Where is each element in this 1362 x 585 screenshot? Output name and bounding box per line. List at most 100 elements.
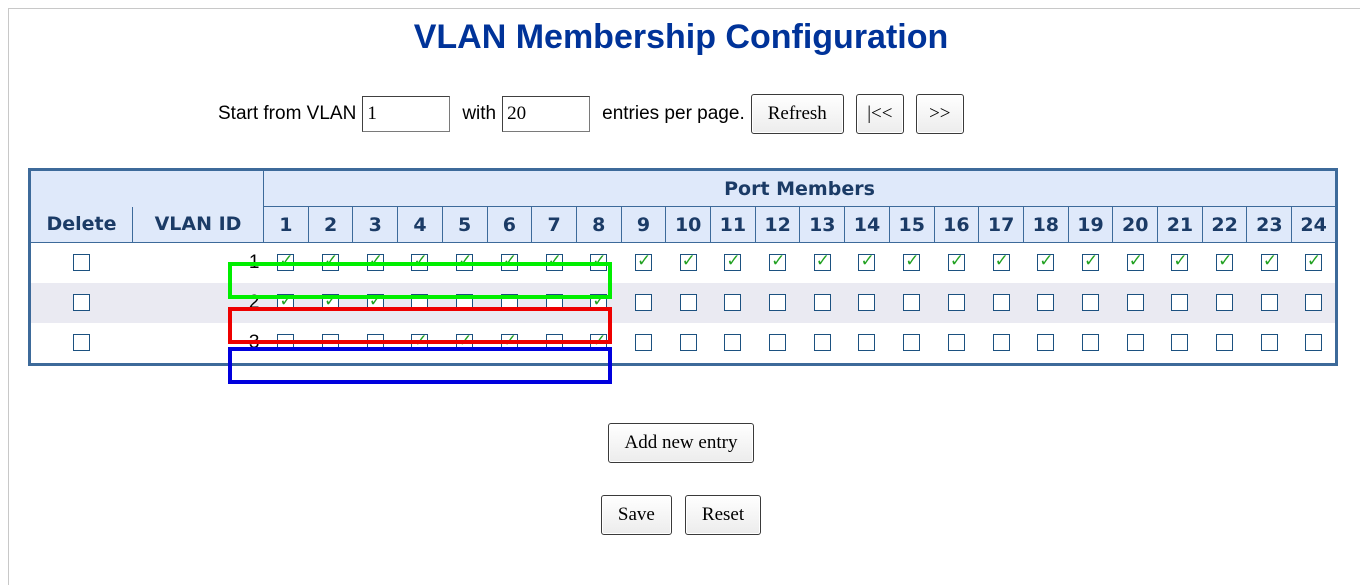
port-cell [799, 283, 845, 323]
port-17-member-checkbox[interactable] [992, 294, 1010, 312]
port-21-member-checkbox[interactable] [1171, 334, 1189, 352]
port-23-member-checkbox[interactable] [1260, 334, 1278, 352]
port-14-member-checkbox[interactable] [858, 334, 876, 352]
port-22-member-checkbox[interactable] [1216, 251, 1234, 272]
port-cell [665, 323, 711, 365]
refresh-button[interactable]: Refresh [750, 94, 844, 134]
port-18-member-checkbox[interactable] [1037, 334, 1055, 352]
port-22-member-checkbox[interactable] [1216, 334, 1234, 352]
port-16-member-checkbox[interactable] [947, 334, 965, 352]
add-new-entry-button[interactable]: Add new entry [607, 423, 755, 463]
start-vlan-input[interactable] [362, 96, 451, 132]
port-cell [1023, 242, 1069, 283]
delete-cell [29, 283, 133, 323]
port-5-member-checkbox[interactable] [456, 294, 474, 312]
port-17-member-checkbox[interactable] [992, 334, 1010, 352]
port-header-19: 19 [1067, 206, 1114, 243]
port-8-member-checkbox[interactable] [590, 291, 608, 312]
port-6-member-checkbox[interactable] [500, 251, 518, 272]
port-19-member-checkbox[interactable] [1082, 294, 1099, 312]
port-12-member-checkbox[interactable] [769, 334, 787, 352]
delete-checkbox[interactable] [73, 254, 91, 272]
port-2-member-checkbox[interactable] [322, 291, 340, 312]
port-14-member-checkbox[interactable] [858, 294, 876, 312]
port-10-member-checkbox[interactable] [679, 294, 697, 312]
port-7-member-checkbox[interactable] [545, 334, 563, 352]
port-8-member-checkbox[interactable] [590, 331, 608, 352]
delete-checkbox[interactable] [73, 294, 91, 312]
port-20-member-checkbox[interactable] [1126, 334, 1144, 352]
first-page-button[interactable]: |<< [855, 94, 904, 134]
port-12-member-checkbox[interactable] [769, 251, 787, 272]
port-5-member-checkbox[interactable] [456, 331, 474, 352]
port-24-member-checkbox[interactable] [1304, 294, 1322, 312]
port-1-member-checkbox[interactable] [277, 291, 295, 312]
port-11-member-checkbox[interactable] [724, 251, 742, 272]
port-15-member-checkbox[interactable] [903, 251, 921, 272]
port-11-member-checkbox[interactable] [724, 294, 742, 312]
port-10-member-checkbox[interactable] [679, 334, 697, 352]
port-4-member-checkbox[interactable] [411, 251, 429, 272]
port-cell [442, 242, 488, 283]
port-1-member-checkbox[interactable] [277, 334, 295, 352]
port-16-member-checkbox[interactable] [947, 294, 965, 312]
port-24-member-checkbox[interactable] [1304, 334, 1322, 352]
port-8-member-checkbox[interactable] [590, 251, 608, 272]
save-button[interactable]: Save [600, 495, 672, 535]
port-2-member-checkbox[interactable] [322, 251, 340, 272]
port-3-member-checkbox[interactable] [366, 251, 384, 272]
port-24-member-checkbox[interactable] [1304, 251, 1322, 272]
port-12-member-checkbox[interactable] [769, 294, 787, 312]
port-2-member-checkbox[interactable] [322, 334, 340, 352]
port-15-member-checkbox[interactable] [903, 334, 921, 352]
with-label: with [462, 103, 497, 124]
port-3-member-checkbox[interactable] [366, 291, 384, 312]
port-9-member-checkbox[interactable] [634, 294, 652, 312]
port-3-member-checkbox[interactable] [366, 334, 384, 352]
port-6-member-checkbox[interactable] [500, 294, 518, 312]
port-13-member-checkbox[interactable] [813, 251, 831, 272]
port-7-member-checkbox[interactable] [545, 294, 563, 312]
port-9-member-checkbox[interactable] [634, 334, 652, 352]
delete-header: Delete [29, 206, 133, 243]
port-21-member-checkbox[interactable] [1171, 251, 1189, 272]
port-4-member-checkbox[interactable] [411, 294, 429, 312]
port-20-member-checkbox[interactable] [1126, 294, 1144, 312]
port-1-member-checkbox[interactable] [277, 251, 295, 272]
next-page-button[interactable]: >> [915, 94, 964, 134]
port-19-member-checkbox[interactable] [1082, 251, 1099, 272]
port-10-member-checkbox[interactable] [679, 251, 697, 272]
port-cell [665, 242, 711, 283]
port-5-member-checkbox[interactable] [456, 251, 474, 272]
port-18-member-checkbox[interactable] [1037, 294, 1055, 312]
port-9-member-checkbox[interactable] [634, 251, 652, 272]
port-cell [308, 283, 353, 323]
port-16-member-checkbox[interactable] [947, 251, 965, 272]
port-13-member-checkbox[interactable] [813, 294, 831, 312]
port-cell [576, 283, 622, 323]
reset-button[interactable]: Reset [684, 495, 762, 535]
port-6-member-checkbox[interactable] [500, 331, 518, 352]
port-15-member-checkbox[interactable] [903, 294, 921, 312]
port-cell [978, 242, 1024, 283]
delete-checkbox[interactable] [73, 334, 91, 352]
port-13-member-checkbox[interactable] [813, 334, 831, 352]
port-18-member-checkbox[interactable] [1037, 251, 1055, 272]
port-header-22: 22 [1201, 206, 1248, 243]
port-header-5: 5 [441, 206, 488, 243]
entries-per-page-input[interactable] [502, 96, 591, 132]
port-23-member-checkbox[interactable] [1260, 251, 1278, 272]
port-22-member-checkbox[interactable] [1216, 294, 1234, 312]
port-21-member-checkbox[interactable] [1171, 294, 1189, 312]
port-20-member-checkbox[interactable] [1126, 251, 1144, 272]
port-17-member-checkbox[interactable] [992, 251, 1010, 272]
vlan-membership-table: Port Members Delete VLAN ID 1 2 3 4 5 6 7 8 9 10 1… [28, 168, 1338, 366]
port-19-member-checkbox[interactable] [1082, 334, 1099, 352]
port-header-17: 17 [978, 206, 1024, 243]
port-7-member-checkbox[interactable] [545, 251, 563, 272]
port-11-member-checkbox[interactable] [724, 334, 742, 352]
port-23-member-checkbox[interactable] [1260, 294, 1278, 312]
port-cell [755, 323, 800, 365]
port-4-member-checkbox[interactable] [411, 331, 429, 352]
port-14-member-checkbox[interactable] [858, 251, 876, 272]
